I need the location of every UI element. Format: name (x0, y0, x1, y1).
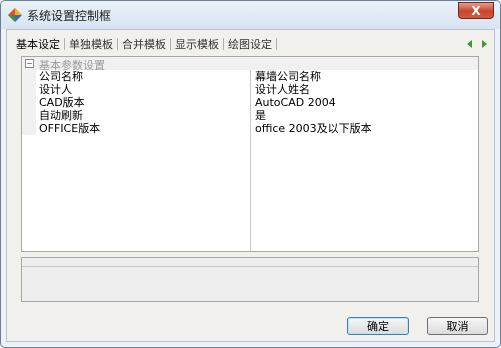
property-name: 自动刷新 (39, 109, 83, 122)
tab-separator (170, 38, 171, 50)
property-name: 公司名称 (39, 70, 83, 83)
tab-display-template[interactable]: 显示模板 (172, 36, 222, 52)
tab-bar: 基本设定 单独模板 合并模板 显示模板 绘图设定 (13, 36, 278, 52)
ok-button[interactable]: 确定 (347, 317, 409, 335)
row-gutter (22, 96, 36, 109)
tab-separator (223, 38, 224, 50)
column-divider[interactable] (250, 70, 251, 251)
property-value[interactable]: AutoCAD 2004 (255, 96, 336, 109)
property-value[interactable]: 是 (255, 109, 266, 122)
tab-basic-settings[interactable]: 基本设定 (13, 36, 63, 52)
row-gutter (22, 109, 36, 122)
close-button[interactable]: X (458, 2, 494, 19)
property-value[interactable]: 设计人姓名 (255, 83, 310, 96)
triangle-left-icon[interactable] (467, 40, 472, 48)
row-gutter (22, 70, 36, 83)
title-bar[interactable]: 系统设置控制框 X (1, 1, 500, 29)
property-value[interactable]: 幕墙公司名称 (255, 70, 321, 83)
group-header[interactable]: − 基本参数设置 (22, 57, 478, 72)
window-title: 系统设置控制框 (27, 9, 112, 23)
description-divider (22, 266, 478, 267)
property-name: OFFICE版本 (39, 122, 101, 135)
triangle-right-icon[interactable] (482, 40, 487, 48)
property-name: CAD版本 (39, 96, 85, 109)
tab-merge-template[interactable]: 合并模板 (119, 36, 169, 52)
collapse-minus-icon[interactable]: − (25, 59, 34, 68)
description-panel (21, 257, 479, 302)
tab-drawing-settings[interactable]: 绘图设定 (225, 36, 275, 52)
property-grid: − 基本参数设置 公司名称 幕墙公司名称 设计人 设计人姓名 CAD版本 Aut… (21, 56, 479, 252)
tab-single-template[interactable]: 单独模板 (66, 36, 116, 52)
property-value[interactable]: office 2003及以下版本 (255, 122, 372, 135)
app-diamond-icon (8, 8, 22, 22)
row-gutter (22, 83, 36, 96)
tab-separator (64, 38, 65, 50)
tab-separator (117, 38, 118, 50)
tab-separator (276, 38, 277, 50)
row-gutter (22, 122, 36, 135)
cancel-button[interactable]: 取消 (427, 317, 488, 335)
property-name: 设计人 (39, 83, 72, 96)
